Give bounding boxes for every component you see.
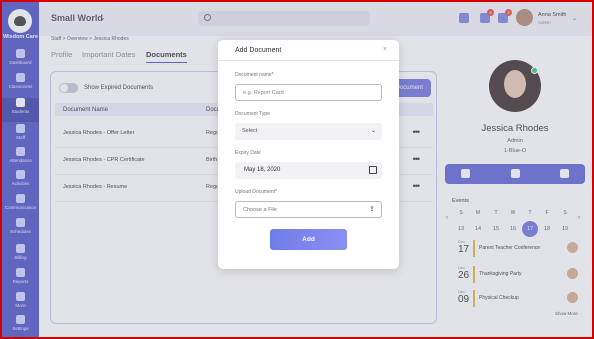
close-icon[interactable]: ×	[383, 46, 387, 53]
document-name-field[interactable]	[235, 84, 382, 101]
file-upload-field[interactable]: Choose a File ⇪	[235, 201, 382, 218]
chevron-down-icon: ⌄	[371, 128, 377, 134]
add-button[interactable]: Add	[270, 229, 347, 250]
expiry-date-label: Expiry Date	[235, 150, 261, 156]
select-value: Select	[242, 128, 258, 134]
modal-title: Add Document	[235, 47, 282, 54]
upload-icon[interactable]: ⇪	[369, 205, 375, 213]
expiry-date-value: May 18, 2020	[244, 167, 281, 173]
add-document-modal: Add Document × Document name* Document T…	[218, 40, 399, 269]
app-window: Wisdom Care Dashboard Classrooms Student…	[0, 0, 594, 339]
document-type-label: Document Type	[235, 111, 270, 117]
divider	[218, 60, 399, 61]
document-name-label: Document name*	[235, 72, 274, 78]
document-type-select[interactable]: Select ⌄	[235, 123, 382, 140]
calendar-icon[interactable]	[369, 166, 377, 174]
upload-document-label: Upload Document*	[235, 189, 277, 195]
expiry-date-field[interactable]: May 18, 2020	[235, 162, 382, 179]
file-upload-value: Choose a File	[243, 207, 277, 213]
